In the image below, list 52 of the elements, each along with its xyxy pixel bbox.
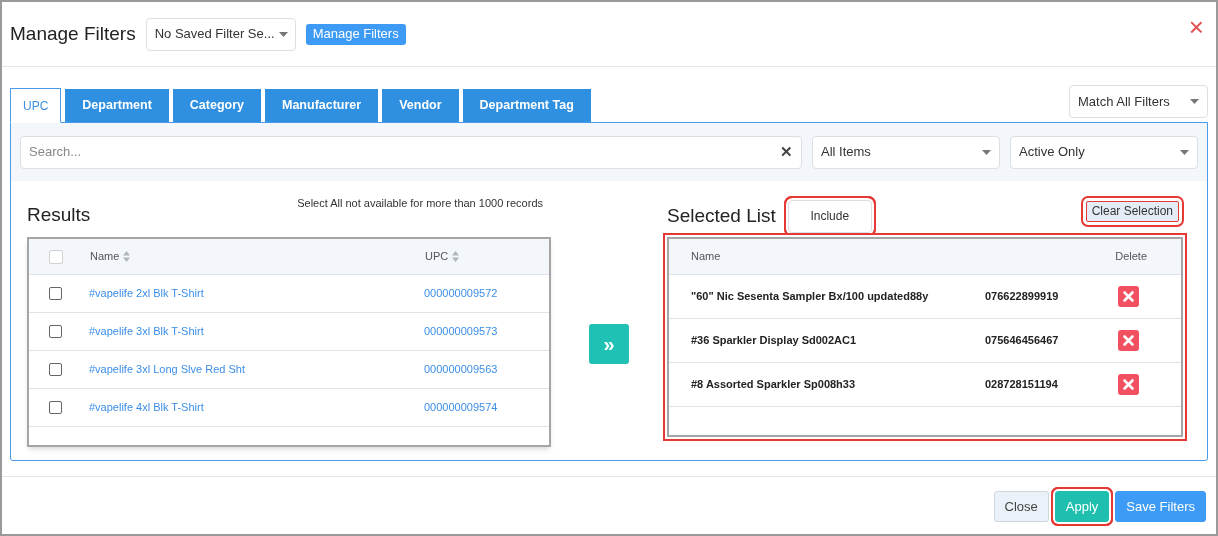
dialog-title: Manage Filters bbox=[10, 21, 136, 46]
upc-link[interactable]: 000000009574 bbox=[424, 399, 498, 416]
row-checkbox[interactable] bbox=[49, 401, 62, 414]
filter-tab[interactable]: Category bbox=[172, 89, 261, 122]
column-header[interactable]: UPC bbox=[425, 248, 460, 265]
delete-icon[interactable] bbox=[1118, 286, 1139, 307]
delete-icon[interactable] bbox=[1118, 374, 1139, 395]
sort-icon bbox=[452, 251, 460, 262]
caret-icon bbox=[278, 31, 288, 37]
row-checkbox[interactable] bbox=[49, 287, 62, 300]
column-header: Delete bbox=[1115, 249, 1147, 265]
footer-button[interactable]: Save Filters bbox=[1115, 491, 1206, 522]
filter-tab[interactable]: Department bbox=[65, 89, 169, 122]
column-header: Name bbox=[691, 249, 722, 265]
table-cell-text: "60" Nic Sesenta Sampler Bx/100 updated88y bbox=[691, 289, 930, 305]
filter-tab[interactable]: Manufacturer bbox=[265, 89, 379, 122]
item-name-link[interactable]: #vapelife 4xl Blk T-Shirt bbox=[89, 399, 424, 416]
clear-search-icon[interactable]: ✕ bbox=[780, 140, 793, 164]
caret-icon bbox=[1180, 149, 1189, 155]
caret-icon bbox=[1190, 99, 1199, 104]
move-to-selected-button[interactable]: » bbox=[589, 323, 629, 364]
table-cell-text: #36 Sparkler Display Sd002AC1 bbox=[691, 333, 858, 349]
saved-filter-select[interactable]: No Saved Filter Se... bbox=[145, 17, 296, 51]
delete-icon[interactable] bbox=[1118, 330, 1139, 351]
caret-icon bbox=[982, 149, 991, 155]
row-checkbox[interactable] bbox=[49, 363, 62, 376]
table-cell-text: 075646456467 bbox=[985, 333, 1060, 349]
match-filters-select[interactable]: Match All Filters bbox=[1069, 85, 1208, 118]
filter-tab[interactable]: Vendor bbox=[382, 89, 459, 122]
item-name-link[interactable]: #vapelife 3xl Blk T-Shirt bbox=[89, 323, 424, 340]
table-cell-text: 028728151194 bbox=[985, 377, 1059, 393]
column-header[interactable]: Name bbox=[90, 248, 425, 265]
manage-filters-button[interactable]: Manage Filters bbox=[305, 23, 406, 45]
search-field[interactable]: Search... ✕ bbox=[20, 135, 802, 169]
upc-link[interactable]: 000000009572 bbox=[424, 285, 498, 302]
upc-link[interactable]: 000000009573 bbox=[424, 323, 498, 340]
row-checkbox[interactable] bbox=[49, 325, 62, 338]
filter-tab[interactable]: UPC bbox=[10, 88, 62, 123]
footer-button[interactable]: Close bbox=[993, 491, 1049, 522]
selected-list-title: Selected List bbox=[667, 203, 776, 228]
table-cell-text: #8 Assorted Sparkler Sp008h33 bbox=[691, 377, 857, 393]
status-select[interactable]: Active Only bbox=[1010, 135, 1198, 169]
item-name-link[interactable]: #vapelife 2xl Blk T-Shirt bbox=[89, 285, 424, 302]
select-all-note: Select All not available for more than 1000 records bbox=[297, 196, 543, 211]
upc-link[interactable]: 000000009563 bbox=[424, 361, 498, 378]
table-cell-text: 076622899919 bbox=[985, 289, 1060, 305]
filter-tab[interactable]: Department Tag bbox=[462, 89, 591, 122]
items-select[interactable]: All Items bbox=[812, 135, 1000, 169]
results-title: Results bbox=[27, 203, 91, 227]
select-all-checkbox[interactable] bbox=[49, 249, 63, 264]
item-name-link[interactable]: #vapelife 3xl Long Slve Red Sht bbox=[89, 361, 424, 378]
sort-icon bbox=[123, 251, 131, 262]
